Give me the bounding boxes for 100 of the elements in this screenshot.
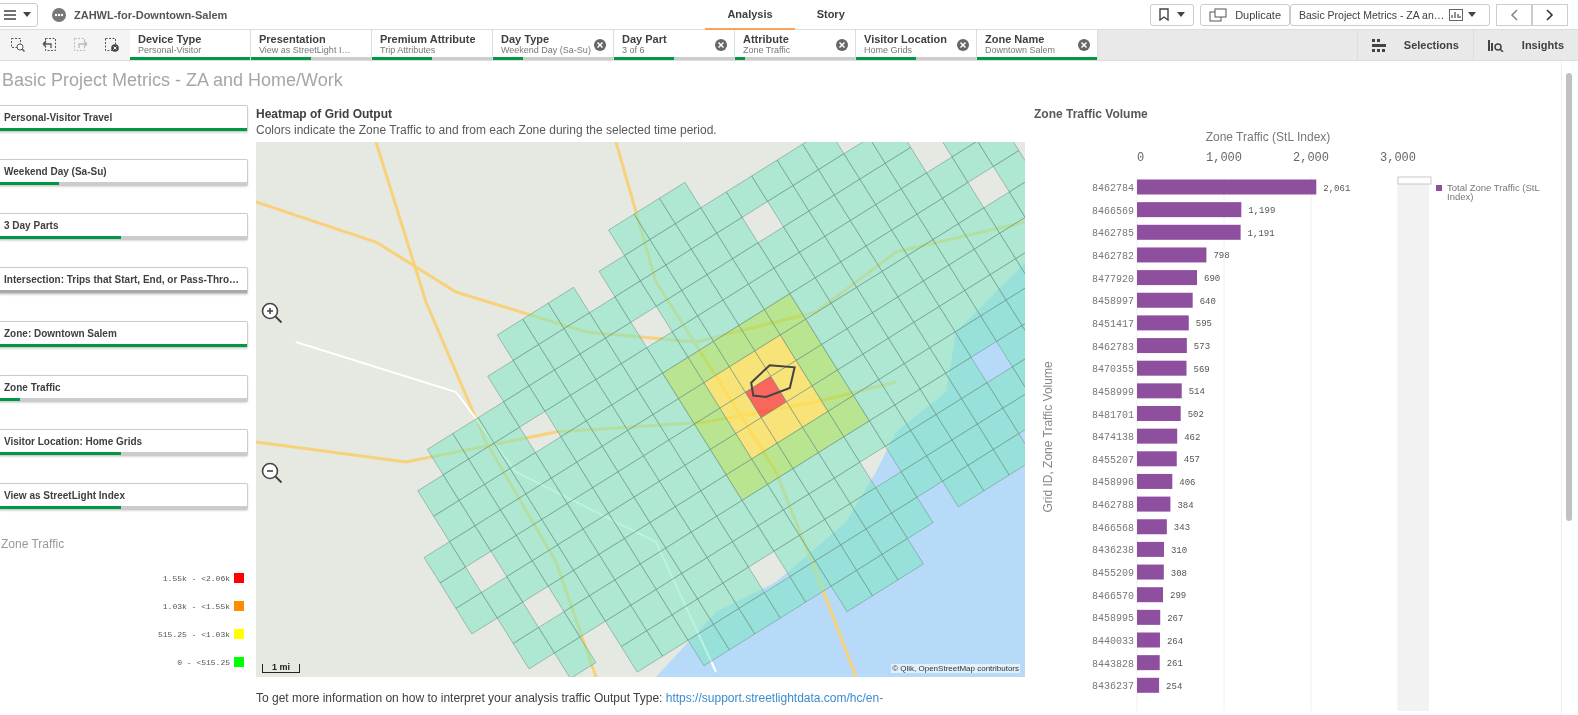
filter-title: Visitor Location — [864, 32, 948, 45]
sheet-button[interactable]: Zone Traffic — [0, 375, 248, 402]
value-label: 462 — [1184, 432, 1201, 443]
value-label: 502 — [1187, 410, 1204, 420]
category-label: 8458997 — [1092, 296, 1134, 308]
category-label: 8462788 — [1092, 500, 1134, 512]
sheet-button[interactable]: Intersection: Trips that Start, End, or Pass-Thro… — [0, 267, 248, 294]
value-label: 261 — [1166, 659, 1183, 670]
legend-label: Total Zone Traffic (StL Index) — [1447, 182, 1540, 202]
legend-label: 0 - <515.25 — [177, 657, 230, 667]
value-label: 310 — [1170, 545, 1188, 556]
zoom-out-icon[interactable] — [261, 462, 283, 484]
close-icon[interactable] — [1078, 39, 1090, 51]
value-label: 2,061 — [1323, 183, 1351, 194]
caret-icon — [23, 12, 31, 17]
category-label: 8466568 — [1092, 522, 1134, 534]
app-title: ZAHWL-for-Downtown-Salem — [74, 8, 228, 21]
sheet-button[interactable]: View as StreetLight Index — [0, 483, 248, 510]
sheet-selector[interactable]: Basic Project Metrics - ZA an… — [1290, 3, 1490, 26]
value-label: 1,199 — [1248, 206, 1276, 217]
filter-chip[interactable]: Premium Attribute Trip Attributes — [372, 30, 493, 60]
bar — [1137, 406, 1181, 421]
sheet-button[interactable]: Zone: Downtown Salem — [0, 321, 248, 348]
smart-search-icon[interactable] — [10, 38, 25, 52]
toolbar-button[interactable]: Insights — [1472, 30, 1578, 60]
value-label: 514 — [1188, 387, 1205, 398]
support-link[interactable]: https://support.streetlightdata.com/hc/en- — [665, 691, 884, 705]
filter-title: Premium Attribute — [380, 32, 477, 45]
category-label: 8458999 — [1092, 386, 1134, 398]
filter-value: Zone Traffic — [743, 44, 792, 55]
bar — [1137, 632, 1160, 648]
filter-chip[interactable]: Day Type Weekend Day (Sa-Su) — [493, 30, 614, 60]
scroll-thumb — [1397, 176, 1432, 185]
filter-chip[interactable]: Visitor Location Home Grids — [856, 30, 977, 60]
close-icon[interactable] — [836, 39, 848, 51]
bar — [1137, 338, 1187, 354]
category-label: 8443828 — [1092, 658, 1134, 670]
value-label: 573 — [1193, 342, 1211, 353]
category-label: 8474138 — [1092, 432, 1134, 444]
duplicate-button[interactable]: Duplicate — [1200, 3, 1290, 26]
chevron-left-icon — [1510, 8, 1518, 21]
filter-title: Presentation — [259, 32, 327, 45]
sheet-button[interactable]: Visitor Location: Home Grids — [0, 429, 248, 456]
bar — [1137, 247, 1207, 263]
bar — [1137, 519, 1167, 535]
sheet-title: Basic Project Metrics - ZA and Home/Work — [2, 70, 344, 91]
legend-label: 515.25 - <1.03k — [158, 629, 230, 639]
legend-swatch — [1436, 185, 1442, 191]
filter-title: Day Part — [622, 32, 668, 45]
bar — [1137, 655, 1160, 671]
value-label: 254 — [1166, 681, 1183, 692]
copy-icon — [1209, 7, 1228, 22]
category-label: 8458996 — [1092, 477, 1134, 489]
category-label: 8436238 — [1092, 545, 1134, 557]
value-label: 384 — [1177, 500, 1194, 511]
bar — [1137, 496, 1171, 512]
tick-label: 0 — [1137, 151, 1145, 165]
legend-label: 1.03k - <1.55k — [162, 601, 230, 611]
filter-chip[interactable]: Day Part 3 of 6 — [614, 30, 735, 60]
close-icon[interactable] — [715, 39, 727, 51]
scrollbar-thumb[interactable] — [1566, 73, 1572, 521]
tick-label: 3,000 — [1380, 151, 1416, 165]
clear-selections-icon[interactable] — [105, 38, 120, 52]
sheet-button[interactable]: Personal-Visitor Travel — [0, 105, 248, 132]
filter-chip[interactable]: Attribute Zone Traffic — [735, 30, 856, 60]
filter-value: View as StreetLight I… — [259, 44, 352, 55]
filter-chip[interactable]: Presentation View as StreetLight I… — [251, 30, 372, 60]
close-icon[interactable] — [957, 39, 969, 51]
bar — [1137, 587, 1163, 603]
sheet-button[interactable]: 3 Day Parts — [0, 213, 248, 240]
filter-title: Day Type — [501, 32, 551, 45]
caret-icon — [1468, 12, 1477, 17]
value-label: 569 — [1193, 364, 1210, 375]
tab[interactable]: Story — [794, 0, 867, 30]
filter-value: Weekend Day (Sa-Su) — [501, 44, 591, 55]
filter-value: 3 of 6 — [622, 44, 646, 55]
next-button[interactable] — [1532, 3, 1568, 26]
close-icon[interactable] — [594, 39, 606, 51]
filter-chip[interactable]: Device Type Personal-Visitor — [130, 30, 251, 60]
sheet-button[interactable]: Weekend Day (Sa-Su) — [0, 159, 248, 186]
bookmark-button[interactable] — [1150, 3, 1195, 26]
category-label: 8462782 — [1092, 250, 1134, 262]
axis-title: Zone Traffic (StL Index) — [1205, 130, 1331, 144]
category-label: 8458995 — [1092, 613, 1134, 625]
menu-button[interactable] — [0, 2, 38, 27]
chart-subtitle: Colors indicate the Zone Traffic to and from each Zone during the selected time period. — [256, 123, 718, 137]
tick-label: 1,000 — [1206, 151, 1242, 165]
toolbar-button[interactable]: Selections — [1356, 30, 1473, 60]
category-label: 8455207 — [1092, 454, 1134, 466]
zoom-in-icon[interactable] — [261, 302, 283, 324]
value-label: 1,191 — [1247, 228, 1275, 239]
filter-title: Device Type — [138, 32, 203, 45]
bar — [1137, 315, 1189, 331]
filter-value: Personal-Visitor — [138, 44, 203, 55]
bookmark-icon — [1159, 8, 1170, 21]
category-label: 8451417 — [1092, 318, 1134, 330]
caret-icon — [1177, 12, 1186, 17]
bar — [1137, 383, 1182, 399]
filter-chip[interactable]: Zone Name Downtown Salem — [977, 30, 1098, 60]
step-back-icon[interactable] — [42, 38, 57, 52]
